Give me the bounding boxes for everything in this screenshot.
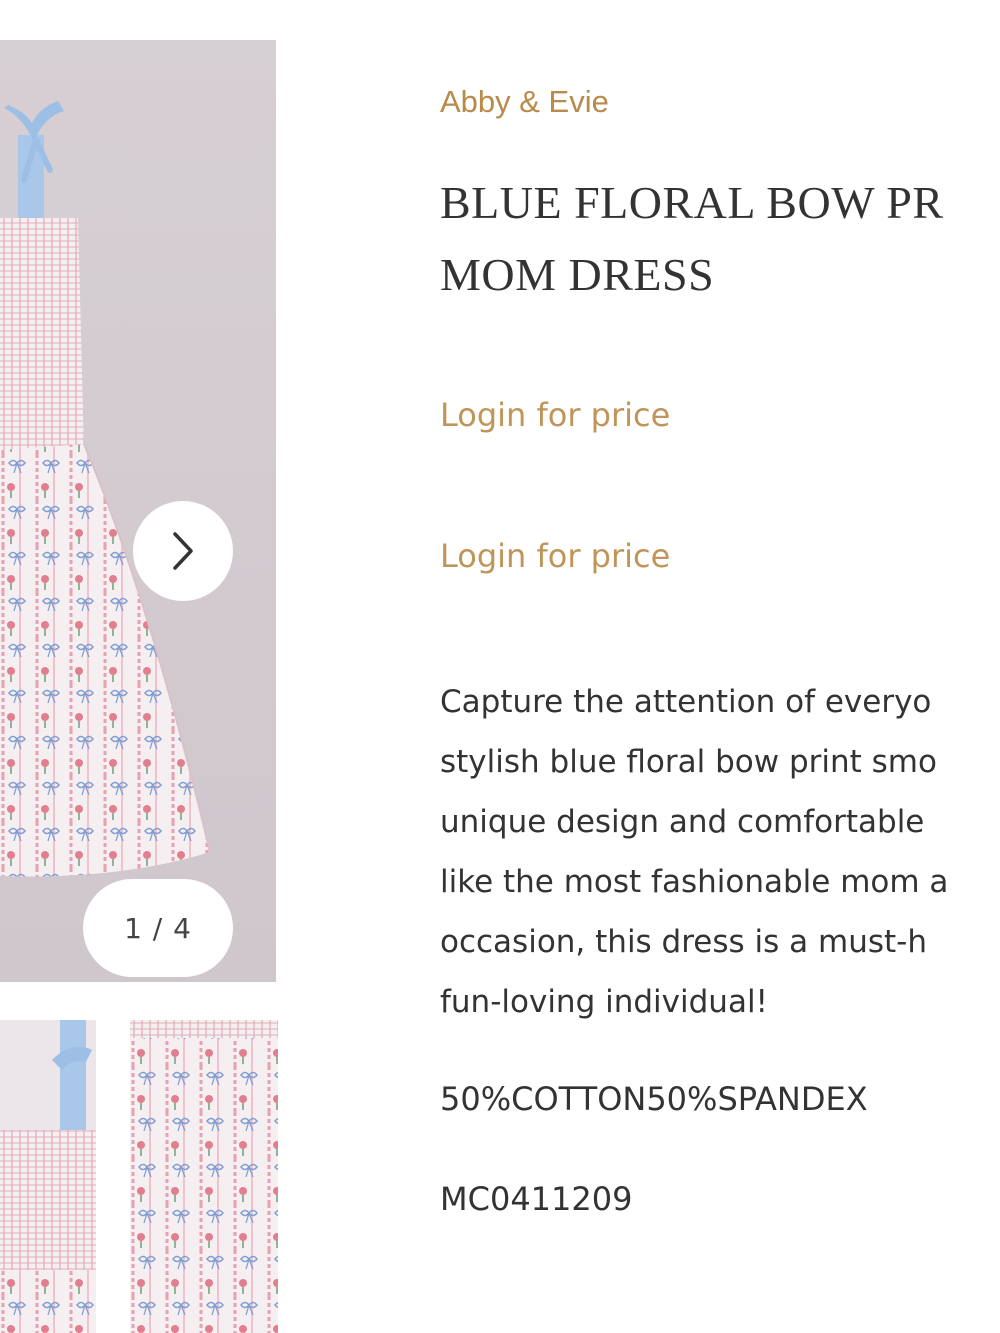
chevron-right-icon [173,532,193,570]
product-main-image[interactable]: 1 / 4 [0,40,276,982]
thumbnail-dress-front [0,1020,96,1333]
description-line: stylish blue floral bow print smo [440,744,937,780]
next-image-button[interactable] [133,501,233,601]
product-sku: MC0411209 [440,1180,633,1218]
product-title-line: BLUE FLORAL BOW PR [440,177,944,228]
login-for-price-link[interactable]: Login for price [440,537,670,575]
thumbnail-image[interactable] [130,1020,278,1333]
description-line: occasion, this dress is a must-h [440,924,927,960]
brand-link[interactable]: Abby & Evie [440,84,609,120]
thumbnail-fabric-detail [130,1020,278,1333]
login-for-price-link[interactable]: Login for price [440,396,670,434]
description-line: Capture the attention of everyo [440,684,932,720]
description-line: unique design and comfortable [440,804,925,840]
image-counter: 1 / 4 [83,879,233,977]
product-description: Capture the attention of everyo stylish … [440,672,948,1032]
product-title: BLUE FLORAL BOW PR MOM DRESS [440,167,1000,311]
thumbnail-image[interactable] [0,1020,96,1333]
description-line: fun-loving individual! [440,984,768,1020]
product-title-line: MOM DRESS [440,249,715,300]
product-info-panel: Abby & Evie BLUE FLORAL BOW PR MOM DRESS… [440,0,1000,1333]
description-line: like the most fashionable mom a [440,864,949,900]
product-material: 50%COTTON50%SPANDEX [440,1080,868,1118]
dress-photo [0,101,211,877]
